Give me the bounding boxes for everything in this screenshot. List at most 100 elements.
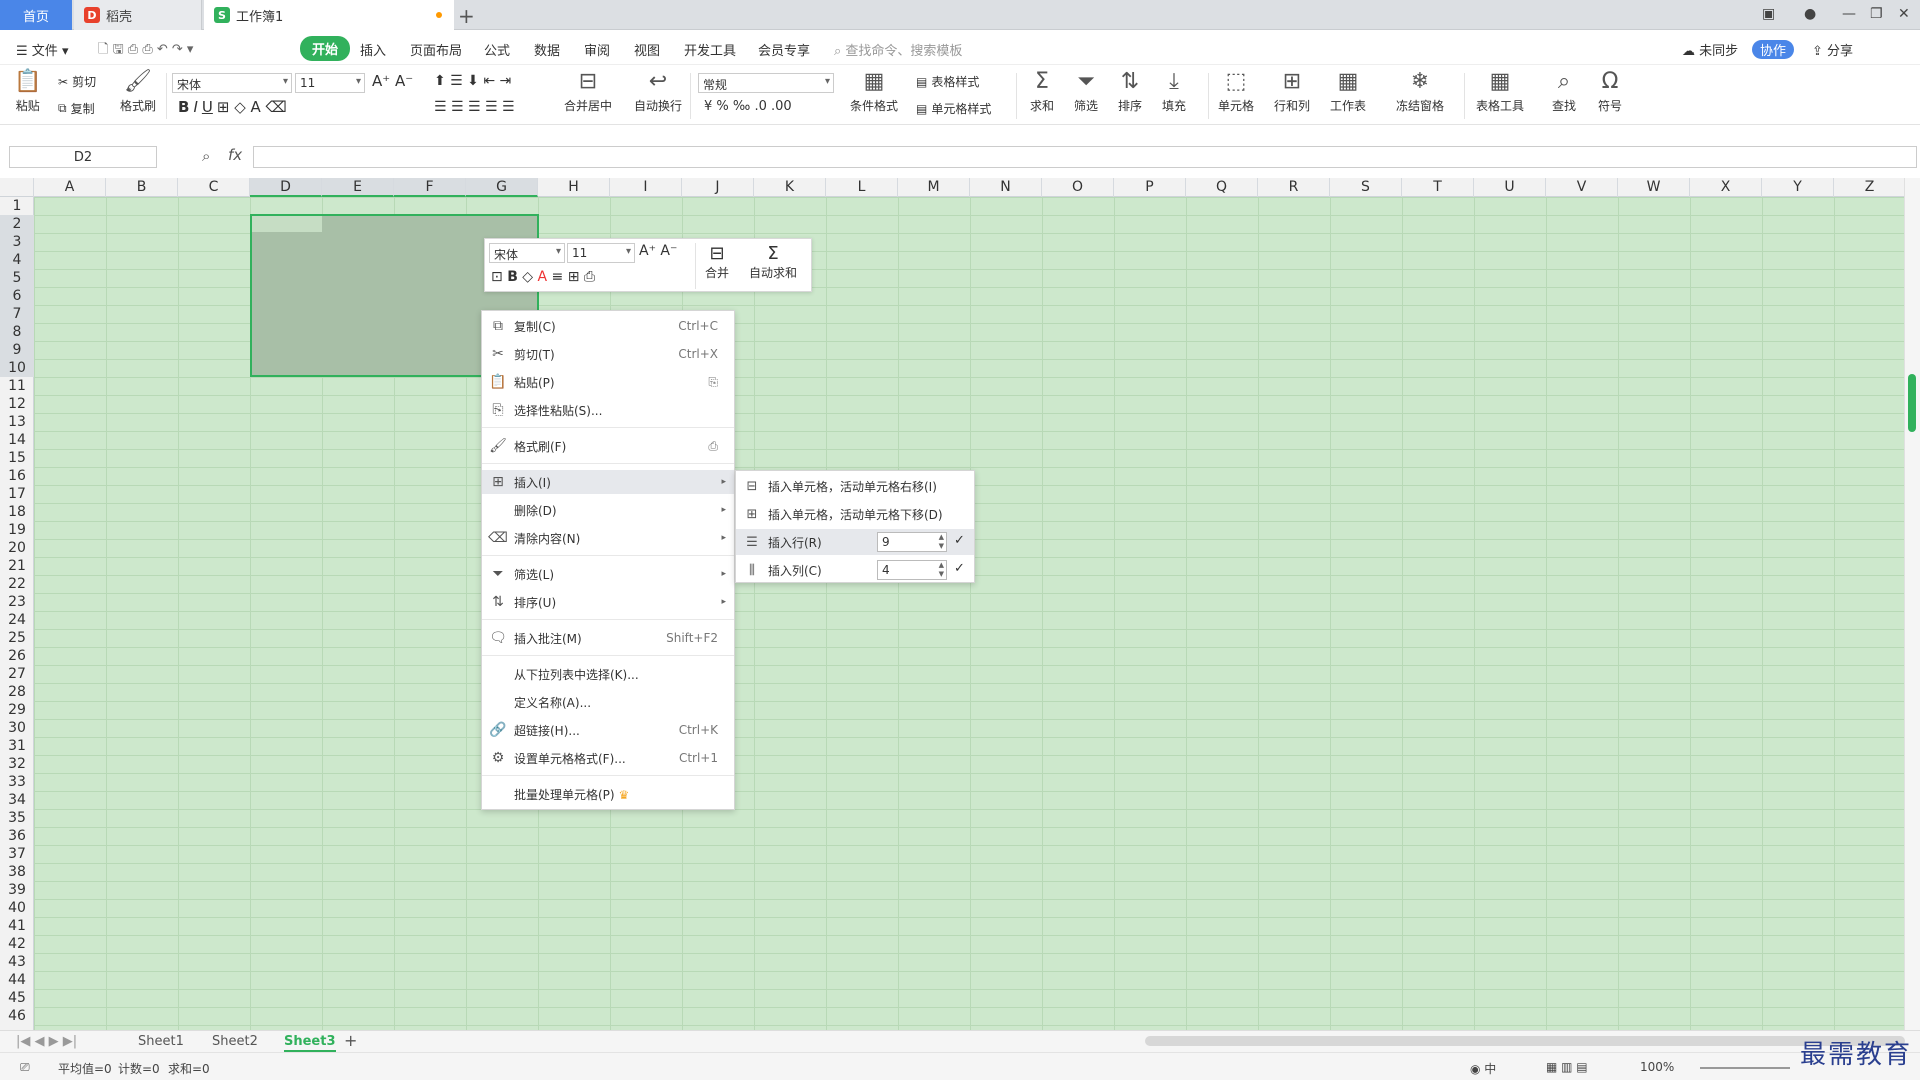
- row-header-32[interactable]: 32: [0, 755, 34, 773]
- horizontal-scrollbar[interactable]: [1145, 1036, 1905, 1046]
- restore-icon[interactable]: ❐: [1870, 6, 1883, 22]
- row-header-40[interactable]: 40: [0, 899, 34, 917]
- menu-item-copy[interactable]: ⧉ 复制(C) Ctrl+C: [482, 314, 734, 338]
- vertical-scroll-thumb[interactable]: [1908, 374, 1916, 432]
- row-header-33[interactable]: 33: [0, 773, 34, 791]
- column-header-P[interactable]: P: [1114, 178, 1186, 197]
- spinner-arrows-icon[interactable]: ▲ ▼: [939, 533, 944, 551]
- close-icon[interactable]: ✕: [1898, 6, 1910, 22]
- copy-button[interactable]: ⧉ 复制: [58, 100, 95, 117]
- table-tools-button[interactable]: ▦ 表格工具: [1476, 69, 1524, 114]
- column-header-O[interactable]: O: [1042, 178, 1114, 197]
- row-count-input[interactable]: 9 ▲ ▼: [877, 532, 947, 552]
- column-header-F[interactable]: F: [394, 178, 466, 197]
- row-header-43[interactable]: 43: [0, 953, 34, 971]
- row-header-2[interactable]: 2: [0, 215, 34, 233]
- new-tab-button[interactable]: +: [458, 4, 475, 28]
- row-header-12[interactable]: 12: [0, 395, 34, 413]
- row-header-13[interactable]: 13: [0, 413, 34, 431]
- menu-item-format-painter[interactable]: 🖌 格式刷(F) ⎙: [482, 434, 734, 458]
- find-button[interactable]: ⌕ 查找: [1552, 69, 1576, 114]
- menu-item-hyperlink[interactable]: 🔗 超链接(H)... Ctrl+K: [482, 718, 734, 742]
- row-header-45[interactable]: 45: [0, 989, 34, 1007]
- row-header-28[interactable]: 28: [0, 683, 34, 701]
- cowork-button[interactable]: 协作: [1752, 40, 1795, 59]
- row-header-30[interactable]: 30: [0, 719, 34, 737]
- zoom-level[interactable]: 100%: [1640, 1060, 1674, 1074]
- eye-protection-icon[interactable]: ◉ 中: [1470, 1060, 1496, 1077]
- column-header-H[interactable]: H: [538, 178, 610, 197]
- menu-item-delete[interactable]: 删除(D) ▸: [482, 498, 734, 522]
- tab-view[interactable]: 视图: [634, 40, 660, 59]
- column-header-X[interactable]: X: [1690, 178, 1762, 197]
- symbol-button[interactable]: Ω 符号: [1598, 69, 1622, 114]
- submenu-item-insert-row[interactable]: ☰ 插入行(R) 9 ▲ ▼ ✓: [736, 529, 974, 555]
- column-header-L[interactable]: L: [826, 178, 898, 197]
- format-painter-button[interactable]: 🖌 格式刷: [120, 69, 156, 114]
- mini-font-select[interactable]: 宋体: [489, 243, 565, 263]
- row-header-22[interactable]: 22: [0, 575, 34, 593]
- row-header-24[interactable]: 24: [0, 611, 34, 629]
- tab-start[interactable]: 开始: [300, 36, 351, 61]
- format-painter-extra-icon[interactable]: ⎙: [708, 439, 734, 454]
- row-header-16[interactable]: 16: [0, 467, 34, 485]
- merge-center-button[interactable]: ⊟ 合并居中: [564, 69, 612, 114]
- tab-daoke[interactable]: D 稻壳: [74, 0, 202, 30]
- column-header-W[interactable]: W: [1618, 178, 1690, 197]
- confirm-row-check-icon[interactable]: ✓: [954, 533, 965, 548]
- column-header-U[interactable]: U: [1474, 178, 1546, 197]
- confirm-col-check-icon[interactable]: ✓: [954, 561, 965, 576]
- menu-item-insert[interactable]: ⊞ 插入(I) ▸: [482, 470, 734, 494]
- quick-access-icons[interactable]: 🗋 🖫 ⎙ ⎙ ↶ ↷ ▾: [98, 40, 193, 62]
- row-col-button[interactable]: ⊞ 行和列: [1274, 69, 1310, 114]
- menu-item-cut[interactable]: ✂ 剪切(T) Ctrl+X: [482, 342, 734, 366]
- row-header-9[interactable]: 9: [0, 341, 34, 359]
- sheet-tab-2[interactable]: Sheet2: [212, 1034, 258, 1049]
- tab-insert[interactable]: 插入: [360, 40, 386, 59]
- row-header-21[interactable]: 21: [0, 557, 34, 575]
- column-header-I[interactable]: I: [610, 178, 682, 197]
- tab-data[interactable]: 数据: [534, 40, 560, 59]
- row-header-23[interactable]: 23: [0, 593, 34, 611]
- font-select[interactable]: 宋体: [172, 73, 292, 93]
- menu-item-paste-special[interactable]: ⎘ 选择性粘贴(S)...: [482, 398, 734, 422]
- menu-item-define-name[interactable]: 定义名称(A)...: [482, 690, 734, 714]
- align-buttons[interactable]: ☰ ☰ ☰ ☰ ☰: [434, 99, 515, 115]
- command-search[interactable]: ⌕ 查找命令、搜索模板: [834, 40, 962, 59]
- menu-item-filter[interactable]: ⏷ 筛选(L) ▸: [482, 562, 734, 586]
- mini-size-select[interactable]: 11: [567, 243, 635, 263]
- row-header-1[interactable]: 1: [0, 197, 34, 215]
- row-header-18[interactable]: 18: [0, 503, 34, 521]
- number-format-select[interactable]: 常规: [698, 73, 834, 93]
- tab-review[interactable]: 审阅: [584, 40, 610, 59]
- row-header-8[interactable]: 8: [0, 323, 34, 341]
- row-header-11[interactable]: 11: [0, 377, 34, 395]
- cell-button[interactable]: ⬚ 单元格: [1218, 69, 1254, 114]
- cell-style-button[interactable]: ▤ 单元格样式: [916, 100, 991, 117]
- menu-item-dropdown[interactable]: 从下拉列表中选择(K)...: [482, 662, 734, 686]
- row-header-38[interactable]: 38: [0, 863, 34, 881]
- number-buttons[interactable]: ¥ % ‰ .0 .00: [704, 99, 792, 114]
- column-header-Y[interactable]: Y: [1762, 178, 1834, 197]
- column-header-N[interactable]: N: [970, 178, 1042, 197]
- column-header-D[interactable]: D: [250, 178, 322, 197]
- status-icon[interactable]: ⎚: [20, 1060, 30, 1075]
- row-header-3[interactable]: 3: [0, 233, 34, 251]
- mini-format-buttons[interactable]: ⊡ B ◇ A ≡ ⊞ ⎙: [491, 269, 595, 285]
- zoom-formula-icon[interactable]: ⌕: [202, 147, 210, 165]
- file-menu[interactable]: ☰ 文件 ▾: [16, 40, 68, 59]
- spinner-arrows-icon[interactable]: ▲ ▼: [939, 561, 944, 579]
- row-header-39[interactable]: 39: [0, 881, 34, 899]
- tab-formula[interactable]: 公式: [484, 40, 510, 59]
- column-header-S[interactable]: S: [1330, 178, 1402, 197]
- cut-button[interactable]: ✂ 剪切: [58, 73, 96, 90]
- filter-button[interactable]: ⏷ 筛选: [1074, 69, 1098, 114]
- mini-autosum-button[interactable]: Σ 自动求和: [749, 243, 797, 281]
- row-header-4[interactable]: 4: [0, 251, 34, 269]
- row-header-17[interactable]: 17: [0, 485, 34, 503]
- row-header-26[interactable]: 26: [0, 647, 34, 665]
- align-top-buttons[interactable]: ⬆ ☰ ⬇ ⇤ ⇥: [434, 73, 511, 89]
- sheet-nav-buttons[interactable]: |◀ ◀ ▶ ▶|: [16, 1034, 77, 1049]
- row-header-31[interactable]: 31: [0, 737, 34, 755]
- col-count-input[interactable]: 4 ▲ ▼: [877, 560, 947, 580]
